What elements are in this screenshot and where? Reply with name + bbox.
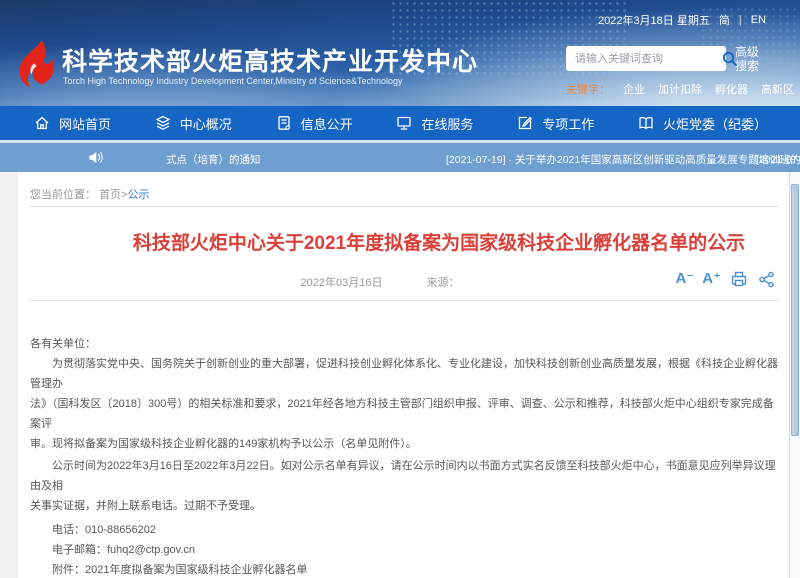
ticker-item[interactable]: 式点（培育）的通知 — [166, 152, 261, 167]
contact-phone: 电话：010-88656202 — [30, 520, 778, 540]
nav-item-party-committee[interactable]: 火炬党委（纪委） — [637, 114, 767, 133]
nav-label: 网站首页 — [59, 114, 111, 133]
keyword-link[interactable]: 企业 — [623, 81, 645, 97]
nav-item-info-disclosure[interactable]: 信息公开 — [275, 114, 353, 133]
breadcrumb-current[interactable]: 公示 — [128, 189, 150, 201]
nav-item-online-services[interactable]: 在线服务 — [395, 114, 473, 133]
pen-icon — [516, 114, 534, 132]
topbar: 2022年3月18日 星期五 简 | EN — [598, 12, 766, 28]
attachment-link[interactable]: 附件：2021年度拟备案为国家级科技企业孵化器名单 — [30, 560, 778, 578]
search-input[interactable] — [566, 53, 721, 65]
site-banner: 2022年3月18日 星期五 简 | EN 科学技术部火炬高技术产业开发中心 T… — [0, 0, 800, 106]
nav-label: 火炬党委（纪委） — [663, 114, 767, 133]
breadcrumb-home-link[interactable]: 首页 — [99, 189, 121, 201]
nav-item-about[interactable]: 中心概况 — [154, 114, 232, 133]
nav-item-special-projects[interactable]: 专项工作 — [516, 114, 594, 133]
current-date: 2022年3月18日 星期五 — [598, 12, 710, 28]
keyword-link[interactable]: 加计扣除 — [658, 81, 702, 97]
document-icon — [275, 114, 293, 132]
divider — [30, 206, 778, 207]
lang-english-link[interactable]: EN — [751, 14, 766, 26]
nav-item-home[interactable]: 网站首页 — [33, 114, 111, 133]
salutation: 各有关单位： — [30, 334, 778, 354]
article-toolbar: A⁻ A⁺ — [676, 268, 777, 290]
news-ticker: 式点（培育）的通知 [2021-07-19] · 关于举办2021年国家高新区创… — [0, 143, 800, 172]
printer-icon — [729, 269, 749, 289]
layers-icon — [154, 114, 172, 132]
lang-simplified-link[interactable]: 简 — [719, 12, 730, 28]
nav-label: 信息公开 — [301, 114, 353, 133]
publish-date: 2022年03月16日 — [301, 274, 383, 290]
home-icon — [33, 114, 51, 132]
keywords-label: 关键字： — [566, 81, 610, 97]
article-body: 各有关单位： 为贯彻落实党中央、国务院关于创新创业的重大部署，促进科技创业孵化体… — [30, 334, 778, 578]
scrollbar-thumb[interactable] — [791, 184, 799, 436]
source-label: 来源： — [426, 274, 459, 290]
keyword-link[interactable]: 孵化器 — [715, 81, 748, 97]
font-increase-button[interactable]: A⁺ — [702, 268, 721, 290]
article-meta: 2022年03月16日 来源： — [30, 274, 730, 290]
share-icon — [757, 270, 776, 289]
scrollbar-track[interactable] — [789, 172, 800, 578]
nav-label: 在线服务 — [421, 114, 473, 133]
contact-email: 电子邮箱：fuhq2@ctp.gov.cn — [30, 540, 778, 560]
lang-separator: | — [739, 14, 742, 26]
print-button[interactable] — [729, 269, 749, 289]
article-title: 科技部火炬中心关于2021年度拟备案为国家级科技企业孵化器名单的公示 — [30, 228, 778, 255]
main-nav: 网站首页 中心概况 信息公开 在线服务 专项工作 火炬党委（纪委） — [0, 106, 800, 140]
advanced-search-link[interactable]: 高级 搜索 — [735, 45, 759, 73]
nav-label: 专项工作 — [542, 114, 594, 133]
share-button[interactable] — [757, 270, 776, 289]
divider — [30, 300, 778, 301]
book-icon — [637, 114, 655, 132]
font-decrease-button[interactable]: A⁻ — [676, 268, 695, 290]
hot-keywords: 关键字： 企业 加计扣除 孵化器 高新区 大赛 — [566, 81, 800, 97]
keyword-link[interactable]: 高新区 — [761, 81, 794, 97]
ticker-item[interactable]: [2021-07-19] · 关于举办2021年国家高新区创新驱动高质量发展专题… — [446, 152, 800, 167]
torch-logo-icon[interactable] — [10, 38, 60, 94]
speaker-icon — [88, 150, 104, 165]
site-title: 科学技术部火炬高技术产业开发中心 — [62, 42, 478, 78]
breadcrumb: 您当前位置： 首页>公示 — [30, 186, 150, 202]
site-subtitle-en: Torch High Technology Industry Developme… — [63, 76, 403, 86]
paragraph-2: 公示时间为2022年3月16日至2022年3月22日。如对公示名单有异议，请在公… — [30, 456, 778, 516]
ticker-item[interactable]: [2021-07-14] · 科技部关于举 — [756, 152, 800, 167]
paragraph-1: 为贯彻落实党中央、国务院关于创新创业的重大部署，促进科技创业孵化体系化、专业化建… — [30, 354, 778, 454]
left-margin-strip — [0, 172, 18, 578]
search-box[interactable] — [566, 46, 726, 71]
nav-label: 中心概况 — [180, 114, 232, 133]
monitor-icon — [395, 114, 413, 132]
breadcrumb-label: 您当前位置： — [30, 189, 96, 201]
